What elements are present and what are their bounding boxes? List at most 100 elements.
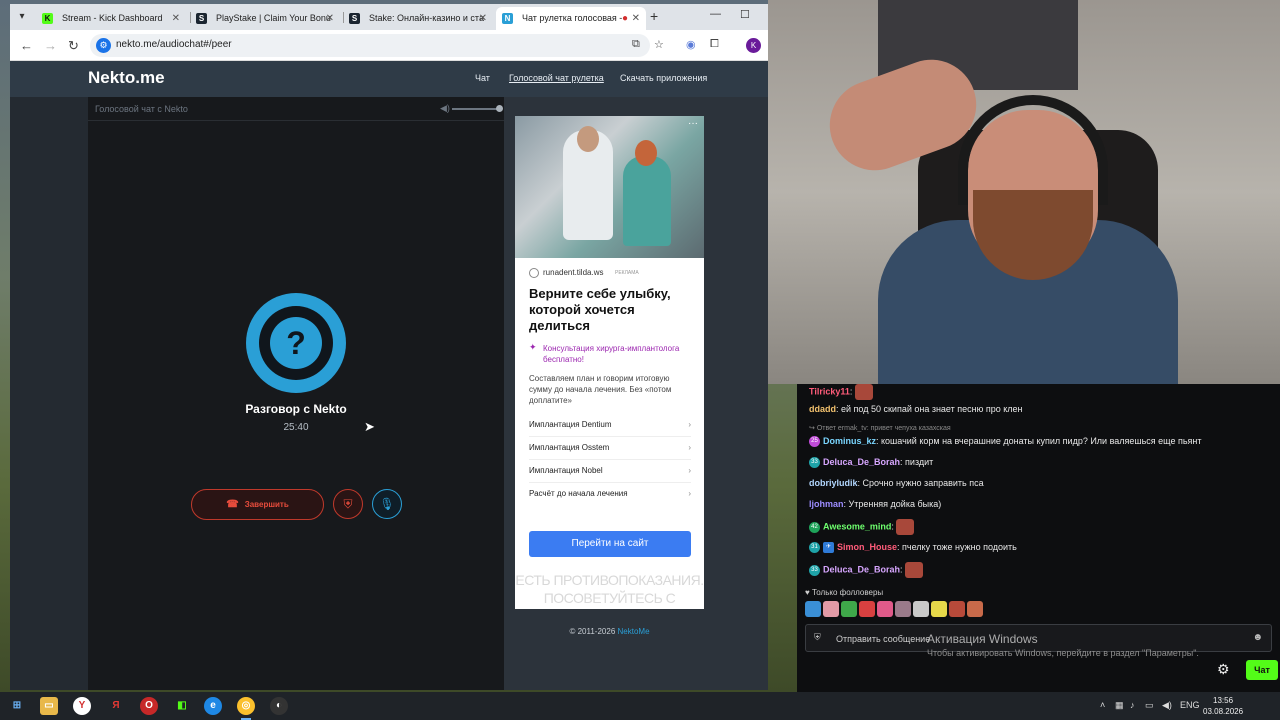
yandex-icon[interactable]: Я: [107, 697, 125, 715]
profile-avatar[interactable]: K: [746, 38, 761, 53]
ad-label: РЕКЛАМА: [615, 270, 639, 276]
language-indicator[interactable]: ENG: [1180, 700, 1200, 710]
webcam-feed: [768, 0, 1280, 384]
end-call-button[interactable]: ☎ Завершить: [191, 489, 324, 520]
address-bar[interactable]: ⚙ nekto.me/audiochat#/peer: [90, 34, 650, 57]
close-icon[interactable]: ✕: [326, 7, 334, 30]
nav-voice-chat[interactable]: Голосовой чат рулетка: [509, 73, 604, 83]
nav-chat[interactable]: Чат: [475, 73, 490, 83]
reply-note: ↪ Ответ ermak_tv: привет чепуха казахска…: [809, 425, 951, 432]
stream-chat: Tilricky11: ddadd: ей под 50 скипай она …: [797, 384, 1280, 692]
close-icon[interactable]: ✕: [632, 7, 640, 30]
more-options-icon[interactable]: ···: [688, 118, 698, 129]
shield-icon: ⛨: [814, 632, 821, 642]
tab-search-icon[interactable]: ▾: [14, 9, 30, 25]
tab-playstake[interactable]: S PlayStake | Claim Your Bonus ✕: [190, 7, 340, 30]
gift-badge-icon: ✈: [823, 542, 834, 554]
call-timer: 25:40: [283, 422, 309, 433]
nekto-icon: N: [502, 13, 513, 24]
display-icon[interactable]: ▭: [1145, 700, 1154, 711]
extension-icon[interactable]: ◉: [686, 38, 696, 51]
sub-badge-icon: 33: [809, 564, 820, 576]
tab-stake[interactable]: S Stake: Онлайн-казино и став ✕: [343, 7, 493, 30]
chat-send-button[interactable]: Чат: [1246, 660, 1278, 680]
ad-link-item[interactable]: Имплантация Nobel ›: [529, 460, 691, 483]
edge-icon[interactable]: e: [204, 697, 222, 715]
site-header: Nekto.me Чат Голосовой чат рулетка Скача…: [10, 61, 768, 97]
reload-icon[interactable]: ↻: [68, 38, 79, 54]
volume-icon: ◀): [440, 103, 450, 113]
windows-start-icon[interactable]: ⊞: [8, 697, 26, 715]
volume-knob[interactable]: [496, 105, 503, 112]
windows-activation-watermark: Активация Windows: [927, 632, 1038, 646]
site-logo[interactable]: Nekto.me: [88, 68, 165, 88]
ad-link-item[interactable]: Имплантация Osstem ›: [529, 437, 691, 460]
microphone-icon[interactable]: ♪: [1130, 700, 1135, 710]
chat-message: 31 ✈ Simon_House: пчелку тоже нужно подоит…: [809, 542, 1017, 554]
tab-kick-dashboard[interactable]: K Stream - Kick Dashboard ✕: [36, 7, 186, 30]
network-icon[interactable]: ▦: [1115, 700, 1124, 711]
bookmark-star-icon[interactable]: ☆: [654, 38, 664, 51]
ad-description: Составляем план и говорим итоговую сумму…: [529, 374, 672, 405]
microphone-button[interactable]: 🎙: [372, 489, 402, 519]
back-icon[interactable]: ←: [20, 38, 33, 53]
ad-headline: Верните себе улыбку, которой хочется дел…: [529, 286, 671, 333]
close-icon[interactable]: ✕: [479, 7, 487, 30]
clock-time[interactable]: 13:56: [1213, 696, 1233, 705]
ad-link-item[interactable]: Расчёт до начала лечения ›: [529, 483, 691, 506]
gear-icon[interactable]: ⚙: [1217, 661, 1230, 678]
shield-icon: ⛨: [343, 497, 353, 511]
new-tab-button[interactable]: +: [650, 8, 658, 24]
ad-cta-button[interactable]: Перейти на сайт: [529, 531, 691, 557]
tab-title: Чат рулетка голосовая -: [522, 13, 623, 23]
speaker-icon[interactable]: ◀): [1162, 700, 1172, 711]
opera-icon[interactable]: O: [140, 697, 158, 715]
globe-icon: [529, 268, 539, 278]
phone-hangup-icon: ☎: [226, 499, 239, 510]
ad-link-item[interactable]: Имплантация Dentium ›: [529, 414, 691, 437]
end-call-label: Завершить: [244, 500, 289, 509]
chevron-right-icon: ›: [688, 420, 691, 429]
chat-message: ljohman: Утренняя дойка быка): [809, 499, 942, 509]
tab-bar: ▾ K Stream - Kick Dashboard ✕ S PlayStak…: [10, 4, 768, 30]
cast-icon[interactable]: ⧉: [632, 38, 640, 51]
windows-activation-hint: Чтобы активировать Windows, перейдите в …: [927, 648, 1199, 658]
emoji-icon[interactable]: ☻: [1252, 632, 1263, 643]
chrome-icon[interactable]: ◎: [237, 697, 255, 720]
report-button[interactable]: ⛨: [333, 489, 363, 519]
forward-icon[interactable]: →: [44, 38, 57, 53]
minimize-button[interactable]: —: [710, 8, 721, 20]
clock-date[interactable]: 03.08.2026: [1203, 707, 1243, 716]
tab-nekto[interactable]: N Чат рулетка голосовая - ● ✕: [496, 7, 646, 30]
tray-chevron-icon[interactable]: ˄: [1100, 700, 1105, 710]
sub-badge-icon: 31: [809, 542, 820, 554]
nav-download-apps[interactable]: Скачать приложения: [620, 73, 707, 83]
ad-sidebar: ··· runadent.tilda.ws РЕКЛАМА Верните се…: [504, 97, 768, 690]
panel-title: Голосовой чат с Nekto: [95, 104, 188, 114]
maximize-button[interactable]: ☐: [740, 8, 750, 21]
close-icon[interactable]: ✕: [172, 7, 180, 30]
ad-link-list: Имплантация Dentium › Имплантация Osstem ›…: [529, 414, 691, 506]
ad-warning: ЕСТЬ ПРОТИВОПОКАЗАНИЯ. ПОСОВЕТУЙТЕСЬ С В…: [515, 572, 704, 609]
mouse-cursor-icon: ➤: [364, 419, 375, 434]
extensions-puzzle-icon[interactable]: ⧠: [710, 38, 719, 51]
stake-icon: S: [196, 13, 207, 24]
volume-slider[interactable]: [452, 105, 503, 112]
stake-icon: S: [349, 13, 360, 24]
site-footer: © 2011-2026 NektoMe: [504, 627, 715, 636]
chat-message: 33 Deluca_De_Borah: пиздит: [809, 457, 933, 469]
browser-window: ▾ K Stream - Kick Dashboard ✕ S PlayStak…: [10, 4, 768, 690]
file-explorer-icon[interactable]: ▭: [40, 697, 58, 715]
chevron-right-icon: ›: [688, 443, 691, 452]
obs-icon[interactable]: ◐: [270, 697, 288, 715]
kick-icon[interactable]: ◧: [173, 697, 191, 715]
chat-message: 25 Dominus_kz: кошачий корм на вчерашние …: [809, 436, 1202, 448]
emote-bar[interactable]: [805, 601, 985, 619]
url-text: nekto.me/audiochat#/peer: [116, 39, 232, 50]
site-info-icon[interactable]: ⚙: [96, 38, 111, 53]
footer-link[interactable]: NektoMe: [618, 627, 650, 636]
yandex-browser-icon[interactable]: Y: [73, 697, 91, 715]
chevron-right-icon: ›: [688, 489, 691, 498]
tab-title: Stake: Онлайн-казино и став: [369, 13, 484, 23]
advertisement[interactable]: ··· runadent.tilda.ws РЕКЛАМА Верните се…: [515, 116, 704, 609]
